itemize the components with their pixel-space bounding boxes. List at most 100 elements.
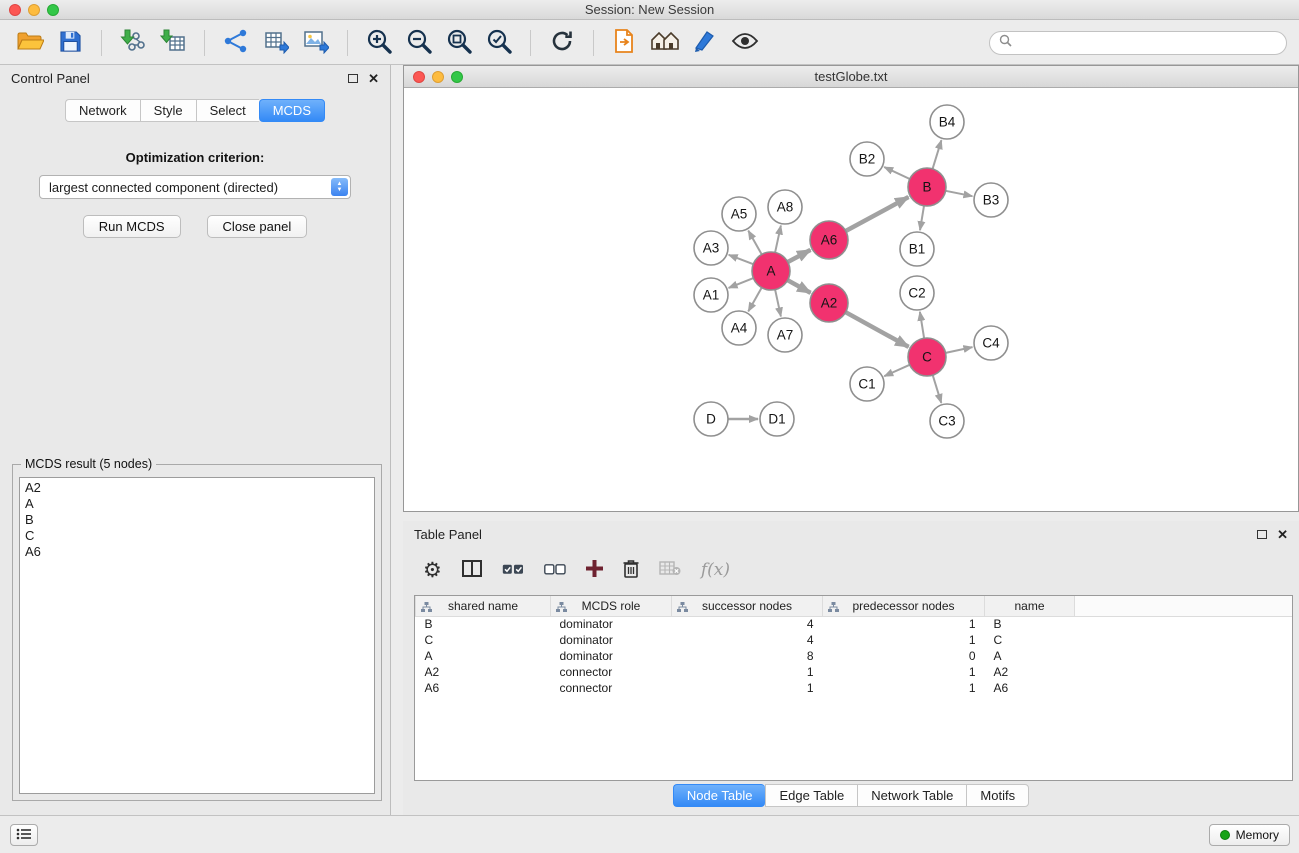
edge-A-A6[interactable] [788,250,811,262]
tab-network-table[interactable]: Network Table [857,784,966,807]
table-cell[interactable]: 8 [672,648,823,664]
close-window-button[interactable] [9,4,21,16]
network-close-button[interactable] [413,71,425,83]
graph-node-C4[interactable]: C4 [974,326,1008,360]
table-row[interactable]: Bdominator41B [416,616,1293,632]
graph-node-A5[interactable]: A5 [722,197,756,231]
edge-A-A8[interactable] [775,226,781,253]
table-row[interactable]: Cdominator41C [416,632,1293,648]
graph-node-A6[interactable]: A6 [810,221,848,259]
search-box[interactable] [989,31,1287,55]
table-cell[interactable]: connector [551,680,672,696]
edge-B-B2[interactable] [884,167,910,179]
table-cell[interactable]: A2 [416,664,551,680]
open-session-button[interactable] [12,25,48,61]
zoom-window-button[interactable] [47,4,59,16]
close-panel-icon[interactable]: ✕ [1277,530,1288,540]
table-cell[interactable]: dominator [551,616,672,632]
close-panel-icon[interactable]: ✕ [368,74,379,84]
home-button[interactable] [647,25,683,61]
edge-A-A4[interactable] [748,288,761,312]
delete-table-button[interactable] [659,561,681,579]
graph-node-A2[interactable]: A2 [810,284,848,322]
table-cell[interactable]: B [985,616,1075,632]
column-header-successor-nodes[interactable]: successor nodes [672,596,823,616]
table-cell[interactable]: 4 [672,616,823,632]
table-cell[interactable]: A [416,648,551,664]
annotation-pen-button[interactable] [687,25,723,61]
mcds-result-item[interactable]: B [20,512,374,528]
zoom-in-button[interactable] [361,25,397,61]
table-cell[interactable]: 1 [672,680,823,696]
table-row[interactable]: A6connector11A6 [416,680,1293,696]
table-cell[interactable]: 4 [672,632,823,648]
mcds-result-list[interactable]: A2ABCA6 [19,477,375,794]
table-cell[interactable]: 1 [672,664,823,680]
graph-node-C[interactable]: C [908,338,946,376]
table-cell[interactable]: dominator [551,632,672,648]
table-row[interactable]: Adominator80A [416,648,1293,664]
table-cell[interactable]: A2 [985,664,1075,680]
graph-node-B1[interactable]: B1 [900,232,934,266]
mcds-result-item[interactable]: C [20,528,374,544]
table-cell[interactable]: A6 [985,680,1075,696]
table-cell[interactable]: dominator [551,648,672,664]
table-cell[interactable]: C [985,632,1075,648]
tab-network[interactable]: Network [65,99,140,122]
export-image-button[interactable] [298,25,334,61]
column-header-mcds-role[interactable]: MCDS role [551,596,672,616]
mcds-result-item[interactable]: A [20,496,374,512]
deselect-all-button[interactable] [544,563,566,578]
graph-node-B4[interactable]: B4 [930,105,964,139]
table-cell[interactable]: 1 [823,616,985,632]
close-panel-button[interactable]: Close panel [207,215,308,238]
graph-node-C3[interactable]: C3 [930,404,964,438]
add-column-button[interactable] [586,560,603,580]
zoom-selected-button[interactable] [481,25,517,61]
float-panel-icon[interactable] [348,74,358,83]
edge-A-A7[interactable] [775,290,781,317]
minimize-window-button[interactable] [28,4,40,16]
edge-A6-B[interactable] [846,197,909,231]
graph-node-B[interactable]: B [908,168,946,206]
edge-C-C1[interactable] [884,365,909,376]
graph-node-A[interactable]: A [752,252,790,290]
import-network-button[interactable] [115,25,151,61]
float-panel-icon[interactable] [1257,530,1267,539]
tab-mcds[interactable]: MCDS [259,99,325,122]
edge-B-B1[interactable] [920,206,924,230]
network-zoom-button[interactable] [451,71,463,83]
column-header-shared-name[interactable]: shared name [416,596,551,616]
graph-node-B2[interactable]: B2 [850,142,884,176]
table-cell[interactable]: A [985,648,1075,664]
network-graph[interactable]: B4B2BB3A8A5A6A3B1AC2A1A2A4A7C4CC1DD1C3 [404,89,1298,511]
table-cell[interactable]: 1 [823,680,985,696]
network-canvas[interactable]: B4B2BB3A8A5A6A3B1AC2A1A2A4A7C4CC1DD1C3 [404,89,1298,511]
tab-motifs[interactable]: Motifs [966,784,1029,807]
export-table-button[interactable] [258,25,294,61]
zoom-out-button[interactable] [401,25,437,61]
tab-select[interactable]: Select [196,99,259,122]
tab-node-table[interactable]: Node Table [673,784,766,807]
table-cell[interactable]: 1 [823,632,985,648]
table-cell[interactable]: A6 [416,680,551,696]
network-minimize-button[interactable] [432,71,444,83]
edge-B-B4[interactable] [933,140,942,169]
refresh-layout-button[interactable] [544,25,580,61]
tab-style[interactable]: Style [140,99,196,122]
table-cell[interactable]: B [416,616,551,632]
edge-A-A3[interactable] [729,255,754,264]
delete-column-button[interactable] [623,559,639,581]
graph-node-A8[interactable]: A8 [768,190,802,224]
criterion-dropdown[interactable]: largest connected component (directed) ▲… [39,175,351,199]
edge-C-C2[interactable] [920,312,924,338]
new-network-button[interactable] [218,25,254,61]
function-builder-button[interactable]: f(x) [701,560,730,580]
graph-node-A3[interactable]: A3 [694,231,728,265]
table-cell[interactable]: C [416,632,551,648]
column-header-name[interactable]: name [985,596,1075,616]
show-columns-button[interactable] [462,560,482,580]
tab-edge-table[interactable]: Edge Table [765,784,857,807]
edge-C-C3[interactable] [933,375,942,403]
table-row[interactable]: A2connector11A2 [416,664,1293,680]
